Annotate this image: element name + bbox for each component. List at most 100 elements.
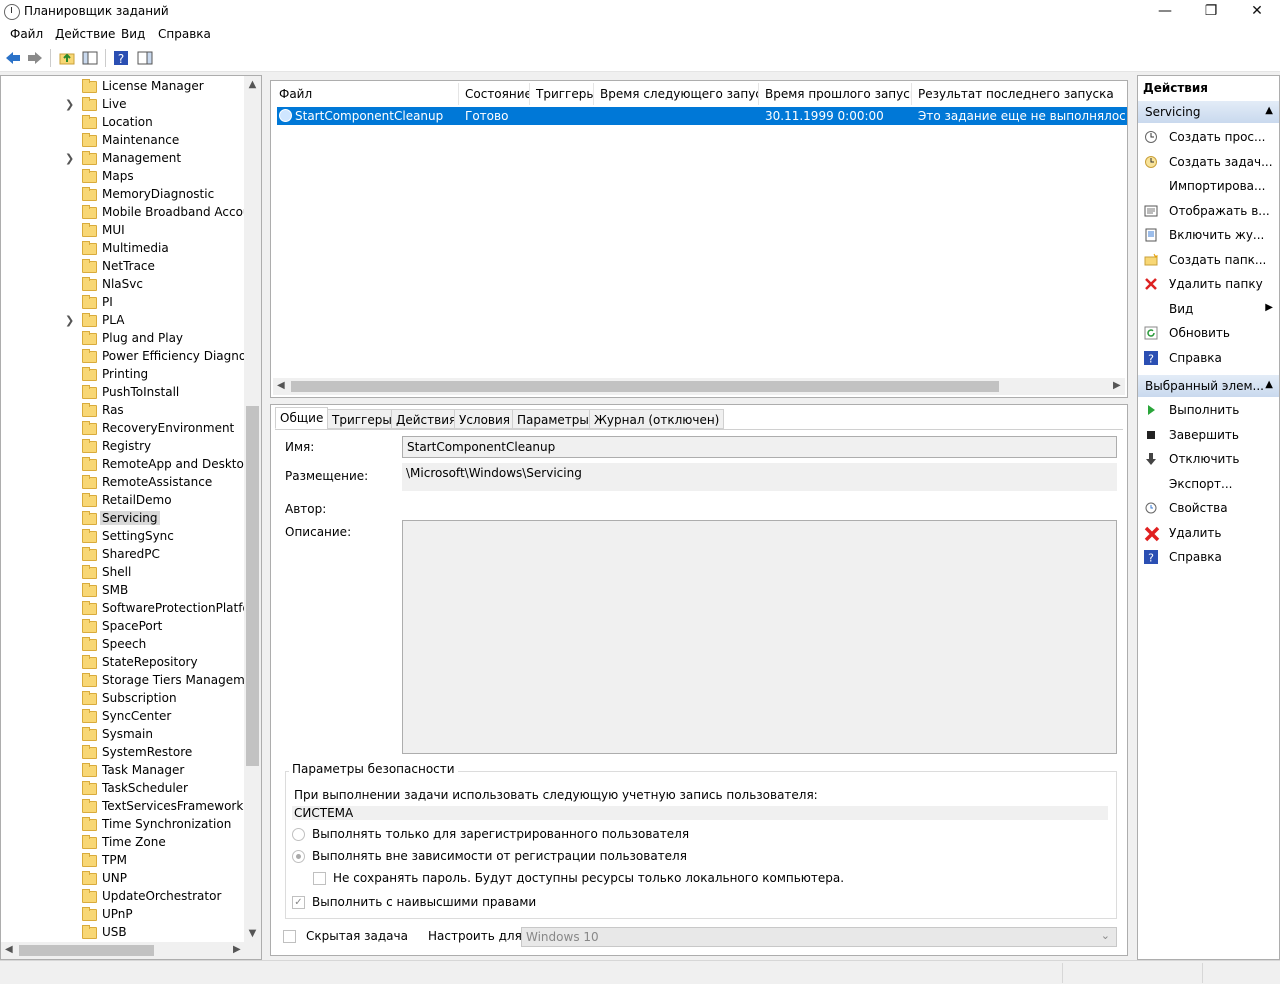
tree-item[interactable]: SystemRestore (1, 744, 245, 762)
tree-item[interactable]: PushToInstall (1, 384, 245, 402)
action-item[interactable]: Включить жу... (1138, 224, 1279, 246)
collapse-triangle-icon[interactable]: ▲ (1265, 379, 1273, 390)
menu-file[interactable]: Файл (10, 27, 43, 41)
hidden-task-checkbox[interactable] (283, 930, 296, 943)
tree-item[interactable]: PI (1, 294, 245, 312)
tree-item[interactable]: Storage Tiers Management (1, 672, 261, 690)
do-not-store-password-checkbox[interactable] (313, 872, 326, 885)
tree-hscroll-thumb[interactable] (19, 945, 154, 956)
tree-vertical-scrollbar[interactable]: ▲ ▼ (244, 76, 261, 942)
tree-item[interactable]: ❯ Management (1, 150, 245, 168)
tree-item[interactable]: Servicing (1, 510, 245, 528)
action-item[interactable]: Отключить (1138, 448, 1279, 470)
tree-item[interactable]: Speech (1, 636, 245, 654)
show-hide-action-pane-icon[interactable] (137, 50, 153, 66)
action-item[interactable]: Выполнить (1138, 399, 1279, 421)
scroll-down-icon[interactable]: ▼ (244, 925, 261, 942)
tree-item[interactable]: License Manager (1, 78, 245, 96)
action-item[interactable]: Вид ▶ (1138, 298, 1279, 320)
task-list-hscroll-thumb[interactable] (291, 381, 999, 392)
run-only-logged-on-radio[interactable] (292, 828, 305, 841)
tree-item[interactable]: TaskScheduler (1, 780, 245, 798)
action-item[interactable]: Импортирова... (1138, 175, 1279, 197)
tab-general[interactable]: Общие (275, 407, 329, 429)
expand-chevron-icon[interactable]: ❯ (65, 98, 75, 112)
tree-item[interactable]: Time Synchronization (1, 816, 245, 834)
task-list[interactable]: Файл Состояние Триггеры Время следующего… (270, 80, 1128, 398)
action-item[interactable]: Экспорт... (1138, 473, 1279, 495)
tree-item[interactable]: RetailDemo (1, 492, 245, 510)
collapse-triangle-icon[interactable]: ▲ (1265, 105, 1273, 116)
tree-item[interactable]: Subscription (1, 690, 245, 708)
tree-item[interactable]: RemoteAssistance (1, 474, 245, 492)
highest-privileges-checkbox[interactable]: ✓ (292, 896, 305, 909)
expand-chevron-icon[interactable]: ❯ (65, 152, 75, 166)
action-item[interactable]: Удалить папку (1138, 273, 1279, 295)
help-icon[interactable]: ? (113, 50, 129, 66)
tree-item[interactable]: Power Efficiency Diagnosti (1, 348, 261, 366)
tree-item[interactable]: Shell (1, 564, 245, 582)
scroll-right-icon[interactable]: ▶ (1113, 380, 1121, 391)
tab-conditions[interactable]: Условия (454, 409, 516, 429)
tree-item[interactable]: SpacePort (1, 618, 245, 636)
tree-item[interactable]: SyncCenter (1, 708, 245, 726)
action-item[interactable]: Завершить (1138, 424, 1279, 446)
task-name-field[interactable]: StartComponentCleanup (402, 436, 1117, 458)
tree-item[interactable]: UpdateOrchestrator (1, 888, 245, 906)
actions-section-selected[interactable]: Выбранный элем... ▲ (1138, 375, 1279, 397)
tree-item[interactable]: SMB (1, 582, 245, 600)
tree-item[interactable]: TPM (1, 852, 245, 870)
tree-item[interactable]: ❯ Live (1, 96, 245, 114)
tree-item[interactable]: USB (1, 924, 245, 942)
tree-horizontal-scrollbar[interactable]: ◀ ▶ (1, 942, 261, 959)
configure-for-dropdown[interactable]: Windows 10 ⌄ (521, 927, 1117, 947)
back-arrow-icon[interactable] (5, 50, 21, 66)
tree-item[interactable]: TextServicesFramework (1, 798, 245, 816)
column-header-state[interactable]: Состояние (459, 83, 530, 105)
folder-tree[interactable]: License Manager ❯ Live Location Maintenance ❯… (0, 75, 262, 960)
tree-item[interactable]: StateRepository (1, 654, 245, 672)
scroll-left-icon[interactable]: ◀ (277, 380, 285, 391)
expand-chevron-icon[interactable]: ❯ (65, 314, 75, 328)
action-item[interactable]: Отображать в... (1138, 200, 1279, 222)
tree-item[interactable]: Sysmain (1, 726, 245, 744)
tree-item[interactable]: UNP (1, 870, 245, 888)
column-header-last-run[interactable]: Время прошлого запуска (759, 83, 912, 105)
tree-item[interactable]: Maps (1, 168, 245, 186)
column-header-file[interactable]: Файл (273, 83, 459, 105)
tree-item[interactable]: Plug and Play (1, 330, 245, 348)
action-item[interactable]: Создать папк... (1138, 249, 1279, 271)
tree-item[interactable]: Time Zone (1, 834, 245, 852)
tree-item[interactable]: Mobile Broadband Accoun (1, 204, 258, 222)
description-field[interactable] (402, 520, 1117, 754)
action-item[interactable]: Создать задач... (1138, 151, 1279, 173)
tree-item[interactable]: Location (1, 114, 245, 132)
tree-item[interactable]: Maintenance (1, 132, 245, 150)
scroll-up-icon[interactable]: ▲ (244, 76, 261, 93)
menu-view[interactable]: Вид (121, 27, 145, 41)
tab-actions[interactable]: Действия (391, 409, 462, 429)
tree-item[interactable]: SettingSync (1, 528, 245, 546)
tree-item[interactable]: SharedPC (1, 546, 245, 564)
task-location-field[interactable]: \Microsoft\Windows\Servicing (402, 463, 1117, 491)
menu-action[interactable]: Действие (55, 27, 115, 41)
maximize-button[interactable]: ❐ (1188, 0, 1234, 24)
run-whether-logged-on-radio[interactable] (292, 850, 305, 863)
tab-history[interactable]: Журнал (отключен) (589, 409, 725, 429)
column-header-triggers[interactable]: Триггеры (530, 83, 594, 105)
tab-settings[interactable]: Параметры (512, 409, 594, 429)
tree-item[interactable]: Task Manager (1, 762, 245, 780)
tree-item[interactable]: MemoryDiagnostic (1, 186, 245, 204)
close-button[interactable]: ✕ (1234, 0, 1280, 24)
show-hide-console-tree-icon[interactable] (82, 50, 98, 66)
column-header-next-run[interactable]: Время следующего запуска (594, 83, 759, 105)
minimize-button[interactable]: — (1142, 0, 1188, 24)
action-item[interactable]: ? Справка (1138, 347, 1279, 369)
tree-item[interactable]: Printing (1, 366, 245, 384)
scroll-left-icon[interactable]: ◀ (5, 944, 13, 955)
tree-item[interactable]: ❯ PLA (1, 312, 245, 330)
tree-item[interactable]: Ras (1, 402, 245, 420)
action-item[interactable]: ? Справка (1138, 546, 1279, 568)
table-row[interactable]: StartComponentCleanup Готово 30.11.1999 … (277, 107, 1127, 125)
actions-section-folder[interactable]: Servicing ▲ (1138, 101, 1279, 123)
